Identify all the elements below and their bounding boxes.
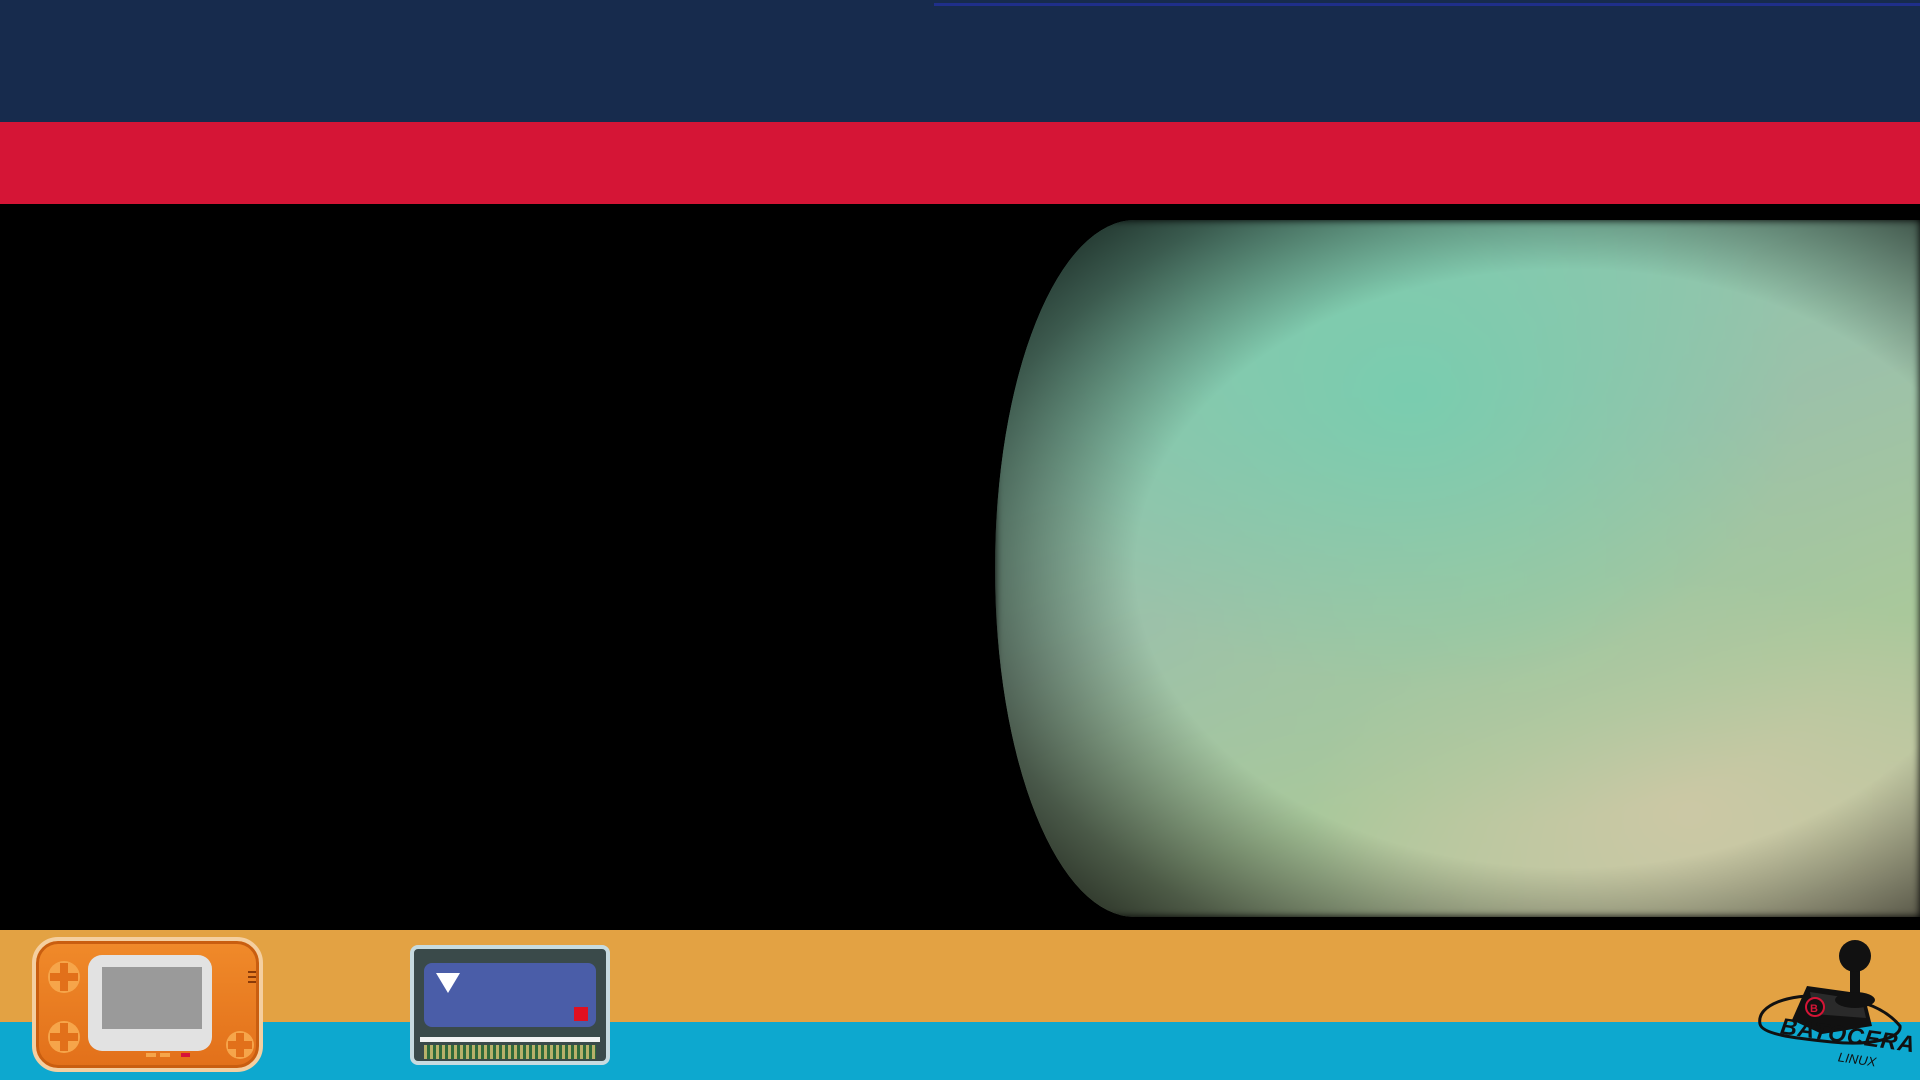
- handheld-console-icon: [32, 937, 263, 1072]
- console-vent: [248, 981, 256, 983]
- preview-vignette: [995, 220, 1920, 917]
- system-stripe: [0, 122, 1920, 204]
- console-action-buttons-icon: [226, 1031, 254, 1059]
- cartridge-label: [424, 963, 596, 1027]
- console-screen: [102, 967, 202, 1029]
- console-buttons-icon: [48, 1021, 80, 1053]
- console-vent: [248, 976, 256, 978]
- console-vent: [248, 971, 256, 973]
- cartridge-strip: [420, 1037, 600, 1042]
- cartridge-arrow-icon: [436, 973, 460, 993]
- batocera-joystick-logo: B BATOCERA LINUX: [1752, 934, 1917, 1074]
- game-preview-image: [995, 220, 1920, 917]
- top-accent-line: [934, 3, 1920, 6]
- console-dpad-icon: [48, 961, 80, 993]
- bottom-orange-band: [0, 930, 1920, 1022]
- svg-text:B: B: [1810, 1003, 1818, 1015]
- game-cartridge-icon: [410, 945, 610, 1065]
- cartridge-pins: [424, 1045, 596, 1059]
- cartridge-red-mark: [574, 1007, 588, 1021]
- console-start-button: [160, 1053, 170, 1057]
- console-power-led: [181, 1053, 190, 1057]
- console-select-button: [146, 1053, 156, 1057]
- top-banner: [0, 0, 1920, 122]
- bottom-cyan-band: [0, 1022, 1920, 1080]
